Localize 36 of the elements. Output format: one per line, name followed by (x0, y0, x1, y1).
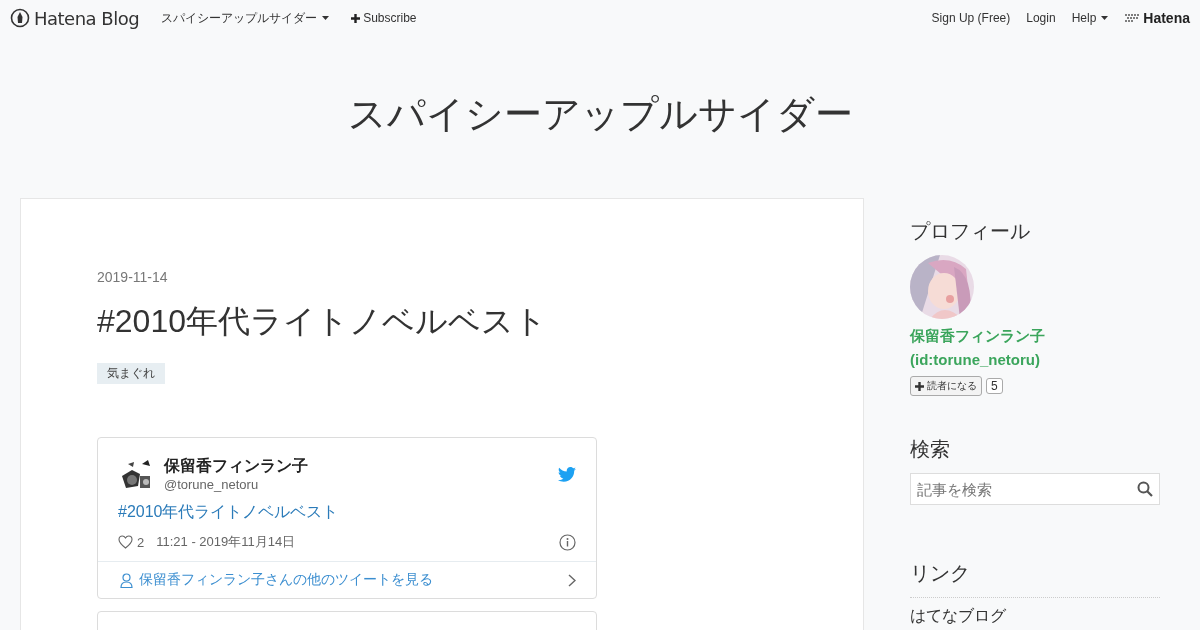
plus-icon (351, 13, 361, 23)
subscribe-button[interactable]: 読者になる (910, 376, 982, 396)
category-tag[interactable]: 気まぐれ (97, 363, 165, 384)
like-count[interactable]: 2 (118, 534, 145, 550)
chevron-right-icon (568, 573, 576, 587)
sidebar-link[interactable]: はてなブログ (910, 606, 1160, 627)
entry-date[interactable]: 2019-11-14 (97, 269, 863, 285)
section-heading: リンク (910, 561, 971, 586)
hatena-logo[interactable]: Hatena (1124, 10, 1190, 26)
subscribe-link[interactable]: Subscribe (351, 11, 417, 25)
search-field[interactable]: 記事を検索 (910, 473, 1160, 505)
hashtag-link[interactable]: #2010年代ライトノベルベスト (98, 492, 596, 523)
heart-icon (118, 535, 133, 549)
section-heading: プロフィール (910, 219, 1031, 244)
top-link[interactable]: Login (1026, 11, 1056, 25)
pen-logo-icon (10, 8, 30, 28)
subscriber-count: 5 (986, 378, 1003, 394)
blog-title[interactable]: スパイシーアップルサイダー (0, 90, 1200, 138)
help-menu[interactable]: Help (1071, 11, 1109, 25)
top-link[interactable]: Sign Up (Free) (931, 11, 1011, 25)
caret-icon (1101, 16, 1109, 20)
plus-icon (915, 381, 924, 391)
wave-logo-icon (1124, 13, 1141, 23)
person-icon (120, 572, 133, 588)
search-icon (1137, 481, 1153, 497)
tweet-author[interactable]: 保留香フィンラン子 (164, 456, 558, 477)
bird-icon (558, 466, 576, 482)
entry-title[interactable]: #2010年代ライトノベルベスト (97, 301, 863, 341)
logo[interactable]: Hatena Blog (10, 7, 140, 29)
info-icon (559, 533, 576, 551)
tweet-handle[interactable]: @torune_netoru (164, 477, 558, 492)
section-heading: 検索 (910, 437, 951, 462)
blog-menu[interactable]: スパイシーアップルサイダー (161, 9, 330, 27)
caret-icon (322, 16, 330, 20)
tweet-time[interactable]: 11:21 - 2019年11月14日 (156, 533, 559, 551)
more-tweets-link[interactable]: 保留香フィンラン子さんの他のツイートを見る (98, 561, 596, 598)
